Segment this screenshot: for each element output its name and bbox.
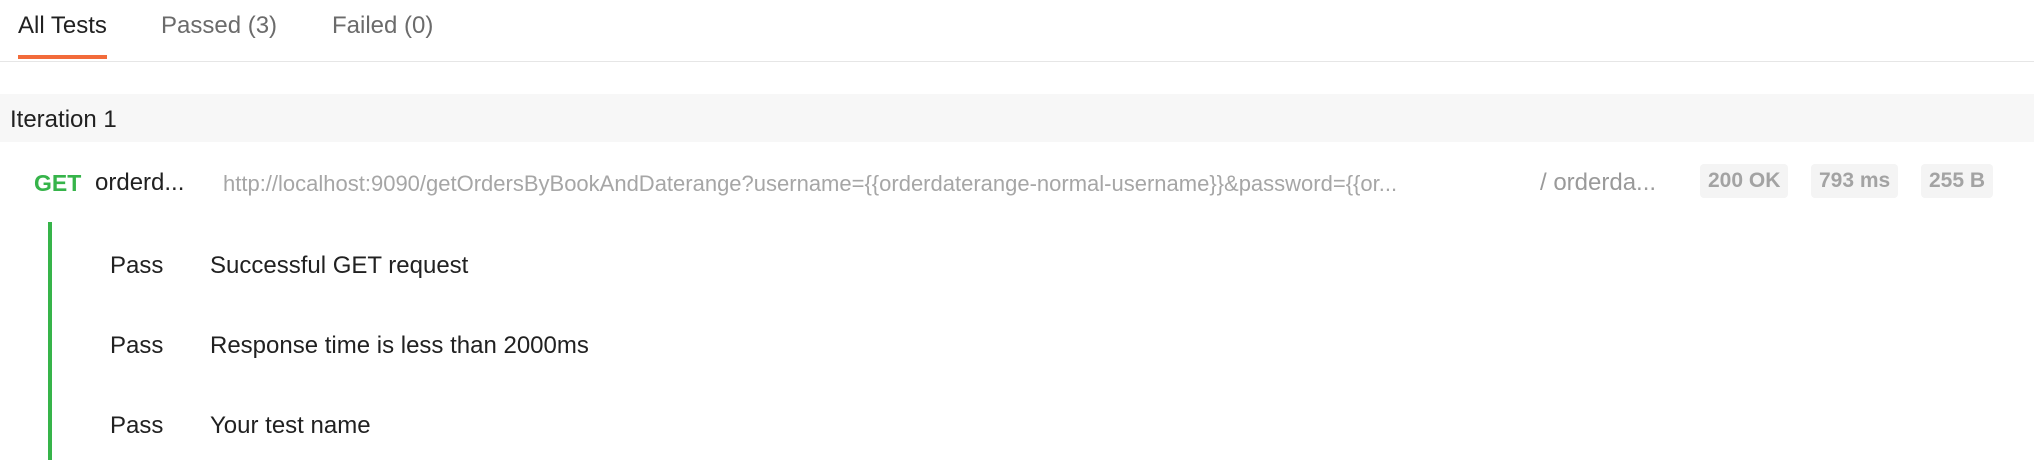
tab-passed[interactable]: Passed (3) (161, 12, 277, 40)
test-result-status: Pass (110, 412, 164, 439)
response-size-badge: 255 B (1921, 164, 1994, 198)
request-name[interactable]: orderd... (95, 169, 184, 197)
tab-failed[interactable]: Failed (0) (332, 12, 433, 40)
request-row[interactable]: GET orderd... http://localhost:9090/getO… (0, 160, 2034, 206)
request-url: http://localhost:9090/getOrdersByBookAnd… (223, 171, 1398, 196)
iteration-header: Iteration 1 (0, 94, 2034, 142)
test-result-status: Pass (110, 252, 164, 279)
test-result-name: Successful GET request (210, 252, 469, 279)
tab-all-tests[interactable]: All Tests (18, 12, 107, 59)
test-results-tabs: All Tests Passed (3) Failed (0) (0, 0, 2034, 62)
request-method: GET (34, 170, 82, 196)
test-result-status: Pass (110, 332, 164, 359)
test-result-name: Response time is less than 2000ms (210, 332, 589, 359)
test-result-name: Your test name (210, 412, 371, 439)
response-status-badge: 200 OK (1700, 164, 1789, 198)
response-time-badge: 793 ms (1811, 164, 1899, 198)
request-folder[interactable]: / orderda... (1540, 169, 1656, 197)
test-results-list: Pass Successful GET request Pass Respons… (48, 222, 2034, 460)
iteration-label: Iteration 1 (10, 106, 117, 133)
